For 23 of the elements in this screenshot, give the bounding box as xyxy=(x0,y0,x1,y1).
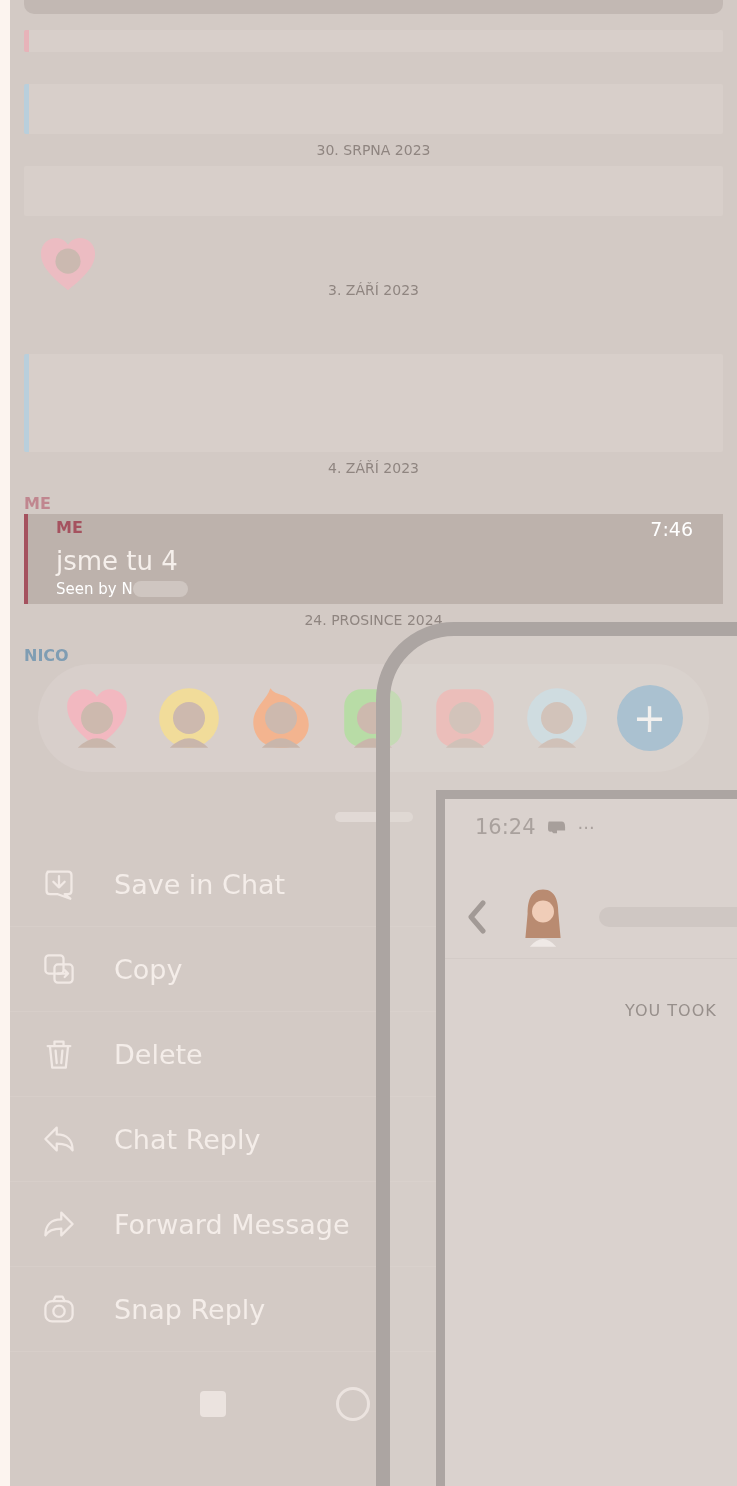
sender-label: ME xyxy=(24,494,51,514)
reaction-sticker[interactable] xyxy=(156,686,221,750)
download-bubble-icon xyxy=(42,867,76,901)
add-reaction-button[interactable]: + xyxy=(616,685,683,751)
date-separator: 24. PROSINCE 2024 xyxy=(303,611,444,630)
sender-label: NICO xyxy=(24,646,69,666)
date-separator: 3. ZÁŘÍ 2023 xyxy=(327,281,420,300)
sender-label: ME xyxy=(56,518,83,539)
date-separator: 4. ZÁŘÍ 2023 xyxy=(327,459,420,478)
message-text: jsme tu 4 xyxy=(56,546,179,576)
copy-icon xyxy=(42,952,76,986)
recents-button[interactable] xyxy=(200,1391,226,1417)
message-time: 7:46 xyxy=(650,518,693,540)
drag-handle[interactable] xyxy=(334,812,413,822)
reaction-sticker[interactable] xyxy=(64,686,129,750)
reaction-sticker[interactable] xyxy=(524,686,589,750)
status-dots: ··· xyxy=(577,816,595,838)
date-separator: 30. SRPNA 2023 xyxy=(315,141,432,160)
home-button[interactable] xyxy=(336,1387,370,1421)
back-chevron-icon[interactable] xyxy=(467,899,487,934)
chat-notice: YOU TOOK xyxy=(624,1000,718,1020)
seen-status: Seen by N xyxy=(56,580,133,598)
camera-icon xyxy=(42,1292,76,1326)
